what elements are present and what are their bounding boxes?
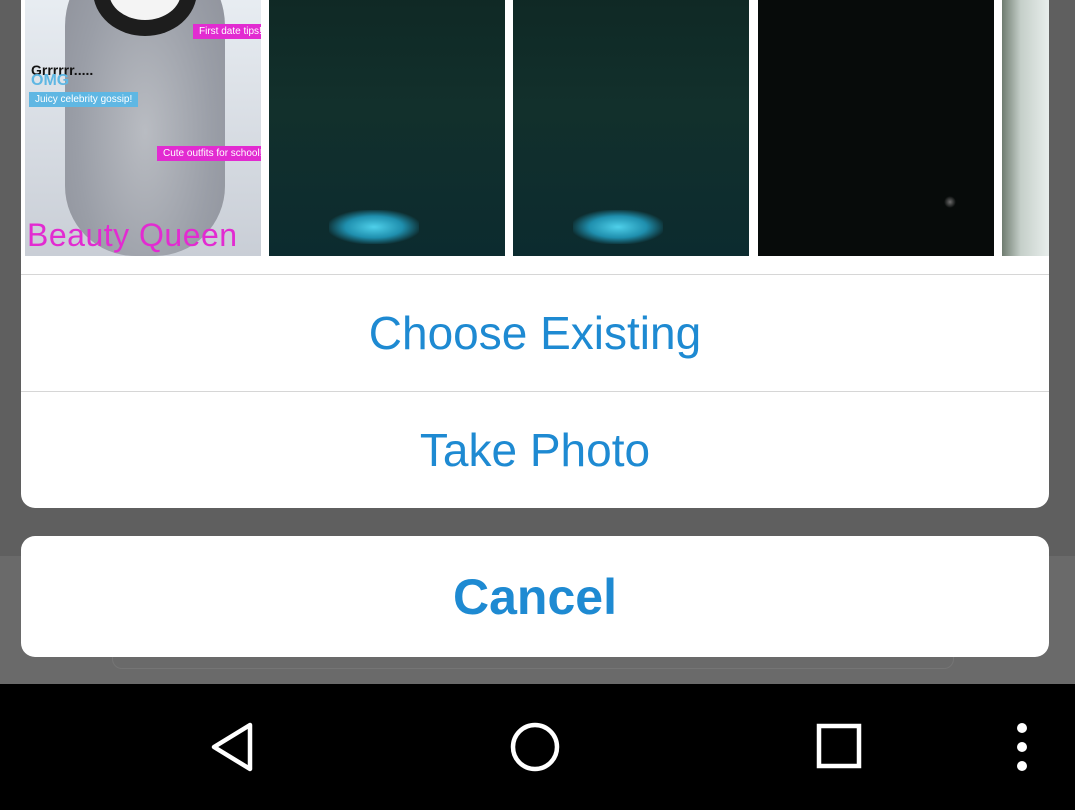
take-photo-label: Take Photo bbox=[419, 424, 651, 476]
take-photo-button[interactable]: Take Photo bbox=[21, 392, 1049, 508]
magazine-tag: Juicy celebrity gossip! bbox=[29, 92, 139, 107]
choose-existing-label: Choose Existing bbox=[368, 307, 702, 359]
magazine-tag: Cute outfits for school! bbox=[157, 146, 261, 161]
more-vert-icon[interactable] bbox=[1006, 720, 1038, 774]
photo-light bbox=[944, 196, 956, 208]
magazine-tag: First date tips! bbox=[193, 24, 261, 39]
photo-light bbox=[573, 210, 663, 244]
cancel-label: Cancel bbox=[453, 568, 617, 625]
photo-action-sheet: First date tips! Grrrrrr..... OMG Juicy … bbox=[21, 0, 1049, 508]
magazine-title: Beauty Queen bbox=[27, 217, 238, 253]
photo-light bbox=[329, 210, 419, 244]
back-icon[interactable] bbox=[206, 720, 260, 774]
photo-thumbnail[interactable] bbox=[513, 0, 749, 256]
recent-photos-strip[interactable]: First date tips! Grrrrrr..... OMG Juicy … bbox=[21, 0, 1049, 275]
photo-thumbnail[interactable] bbox=[758, 0, 994, 256]
system-navigation-bar bbox=[0, 684, 1075, 810]
photo-thumbnail[interactable] bbox=[269, 0, 505, 256]
photo-thumbnail[interactable] bbox=[1002, 0, 1049, 256]
choose-existing-button[interactable]: Choose Existing bbox=[21, 275, 1049, 392]
recents-icon[interactable] bbox=[812, 720, 866, 774]
cancel-button[interactable]: Cancel bbox=[21, 536, 1049, 657]
photo-thumbnail[interactable]: First date tips! Grrrrrr..... OMG Juicy … bbox=[25, 0, 261, 256]
home-icon[interactable] bbox=[508, 720, 562, 774]
magazine-headline: OMG bbox=[31, 72, 70, 89]
